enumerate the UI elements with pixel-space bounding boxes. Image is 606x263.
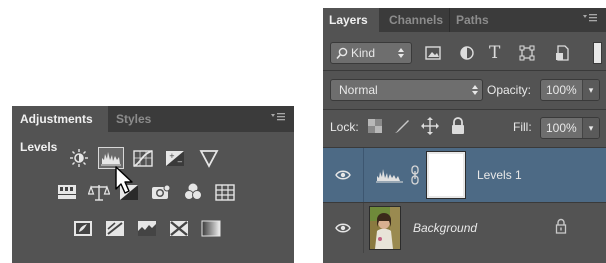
mouse-pointer-icon <box>114 166 138 201</box>
lock-transparent-pixels-icon[interactable] <box>368 119 382 138</box>
filter-kind-select[interactable]: Kind <box>330 42 412 64</box>
fill-dropdown-arrow-icon[interactable]: ▾ <box>582 118 599 138</box>
filter-adjustment-layer-icon[interactable] <box>459 45 475 66</box>
layers-tab-bar: Layers Channels Paths <box>323 8 606 32</box>
filter-pixel-layer-icon[interactable] <box>425 45 441 66</box>
vibrance-icon[interactable] <box>198 148 220 168</box>
updown-arrows-icon <box>398 48 404 58</box>
tab-adjustments[interactable]: Adjustments <box>12 106 108 132</box>
invert-icon[interactable] <box>72 218 94 238</box>
updown-arrows-icon <box>472 85 478 95</box>
filter-toggle-switch[interactable] <box>593 42 602 64</box>
background-layer-thumbnail <box>369 206 401 250</box>
visibility-eye-icon[interactable] <box>323 203 363 253</box>
levels-adjustment-thumbnail-icon <box>375 166 405 189</box>
selective-color-icon[interactable] <box>168 218 190 238</box>
opacity-field[interactable]: 100% ▾ <box>540 79 600 101</box>
panel-menu-icon[interactable] <box>270 111 286 126</box>
fill-label: Fill: <box>513 120 532 134</box>
layer-name[interactable]: Levels 1 <box>477 168 522 182</box>
layer-row-levels-1[interactable]: Levels 1 <box>323 148 606 202</box>
adjustments-panel: Adjustments Styles Levels + − <box>12 106 294 263</box>
adjustments-tab-bar: Adjustments Styles <box>12 106 294 132</box>
tab-channels[interactable]: Channels <box>383 8 449 32</box>
lock-all-icon[interactable] <box>451 117 465 140</box>
brightness-contrast-icon[interactable] <box>68 148 90 168</box>
tab-paths[interactable]: Paths <box>449 8 495 32</box>
fill-value: 100% <box>546 121 577 135</box>
layer-mask-thumbnail[interactable] <box>426 151 466 199</box>
gradient-map-icon[interactable] <box>200 218 222 238</box>
filter-type-layer-icon[interactable]: T <box>489 43 500 63</box>
layer-mask-link-icon[interactable] <box>410 165 420 190</box>
filter-kind-label: Kind <box>351 46 376 60</box>
divider <box>323 109 606 110</box>
channel-mixer-icon[interactable] <box>182 182 204 202</box>
threshold-icon[interactable] <box>136 218 158 238</box>
hue-saturation-icon[interactable] <box>56 182 78 202</box>
filter-smart-object-icon[interactable] <box>555 44 571 67</box>
layers-panel: Layers Channels Paths Kind T Normal Opac… <box>323 8 606 263</box>
color-balance-icon[interactable] <box>88 182 110 202</box>
divider <box>323 70 606 71</box>
tab-styles[interactable]: Styles <box>112 106 151 132</box>
svg-text:+: + <box>169 152 175 160</box>
opacity-value: 100% <box>546 83 577 97</box>
divider <box>363 203 364 253</box>
visibility-eye-icon[interactable] <box>323 148 363 202</box>
opacity-label: Opacity: <box>487 83 532 97</box>
photo-filter-icon[interactable] <box>150 182 172 202</box>
fill-field[interactable]: 100% ▾ <box>540 117 600 139</box>
opacity-dropdown-arrow-icon[interactable]: ▾ <box>582 80 599 100</box>
exposure-icon[interactable]: + − <box>164 148 186 168</box>
search-icon <box>336 47 348 60</box>
adjustment-section-title: Levels <box>20 140 58 154</box>
divider <box>363 148 364 202</box>
lock-position-icon[interactable] <box>421 117 439 140</box>
lock-image-pixels-icon[interactable] <box>393 118 411 139</box>
blend-mode-value: Normal <box>339 83 378 97</box>
layer-name[interactable]: Background <box>413 221 477 235</box>
filter-shape-layer-icon[interactable] <box>519 45 535 66</box>
layer-locked-icon <box>555 218 567 239</box>
svg-text:−: − <box>177 158 183 166</box>
color-lookup-icon[interactable] <box>214 182 236 202</box>
tab-layers[interactable]: Layers <box>323 8 379 32</box>
panel-menu-icon[interactable] <box>582 12 598 27</box>
blend-mode-select[interactable]: Normal <box>330 79 483 101</box>
lock-label: Lock: <box>330 120 359 134</box>
curves-icon[interactable] <box>132 148 154 168</box>
posterize-icon[interactable] <box>104 218 126 238</box>
layer-row-background[interactable]: Background <box>323 203 606 253</box>
